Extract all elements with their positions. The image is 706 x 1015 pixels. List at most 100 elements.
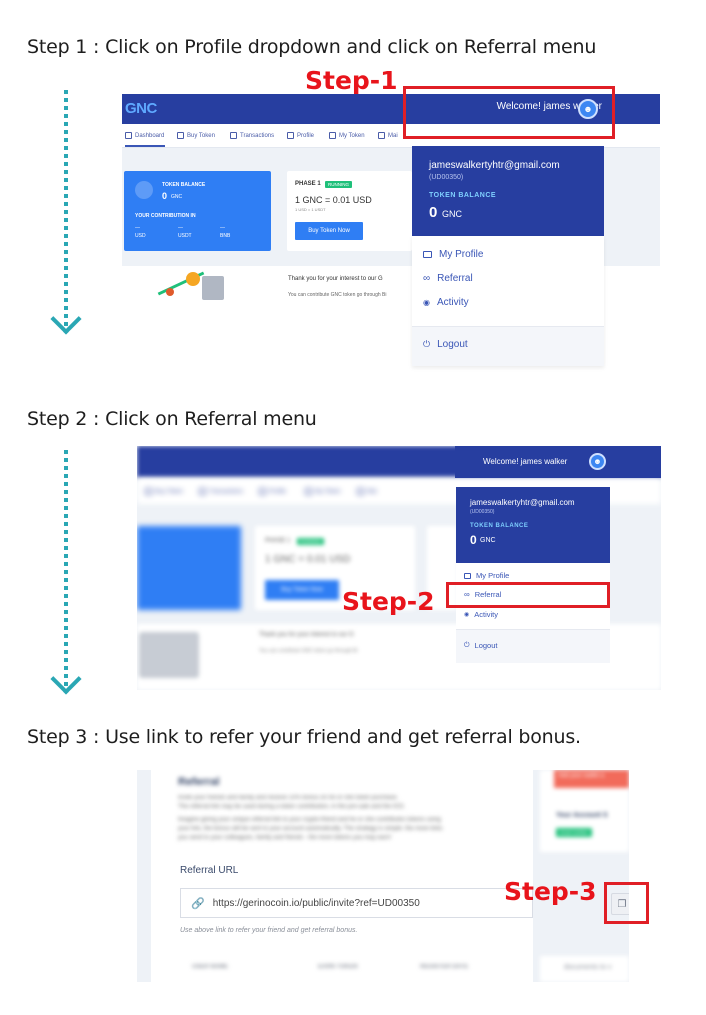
- welcome-text[interactable]: Welcome! james walker: [483, 457, 567, 466]
- referral-table-header: USER NAME EARN TOKEN REGISTER DATE: [178, 962, 518, 976]
- dropdown-balance-label: TOKEN BALANCE: [429, 192, 497, 199]
- referral-intro-line: Invite your friends and family and recei…: [178, 795, 399, 801]
- nav-label: Transactions: [209, 488, 244, 495]
- profile-avatar-icon[interactable]: ☻: [589, 453, 606, 470]
- menu-item-activity[interactable]: ◉ Activity: [423, 297, 469, 308]
- documents-text: documents to v: [564, 964, 612, 971]
- referral-intro-line: Imagine giving your unique referral link…: [178, 817, 441, 823]
- logout-label: Logout: [437, 339, 468, 350]
- step-2-heading: Step 2 : Click on Referral menu: [27, 408, 317, 430]
- id-card-icon: [464, 572, 471, 579]
- token-balance-card-blurred: [137, 526, 241, 610]
- user-id: (UD00350): [470, 509, 495, 515]
- nav-buy-token[interactable]: Buy Token: [145, 488, 183, 495]
- phase-sub-rate: 1 USD = 1 USDT: [295, 207, 326, 212]
- profile-dropdown-menu: My Profile ∞ Referral ◉ Activity ⏻ Logou…: [456, 563, 610, 663]
- referral-panel: Referral Invite your friends and family …: [151, 770, 533, 982]
- menu-item-activity[interactable]: ◉ Activity: [464, 610, 498, 619]
- nav-label: Mai: [367, 488, 377, 495]
- contrib-bnb-value: —: [220, 225, 225, 231]
- table-header-earn-token: EARN TOKEN: [318, 964, 358, 970]
- profile-dropdown-menu: My Profile ∞ Referral ◉ Activity ⏻ Logou…: [412, 236, 604, 366]
- referral-url-value[interactable]: https://gerinocoin.io/public/invite?ref=…: [213, 898, 420, 909]
- nav-label: Mai: [388, 132, 398, 139]
- eye-icon: ◉: [423, 298, 430, 307]
- app-logo[interactable]: GNC: [125, 100, 157, 117]
- token-balance-unit: GNC: [171, 194, 183, 200]
- refresh-icon: [378, 132, 385, 139]
- nav-profile[interactable]: Profile: [259, 488, 286, 495]
- buy-token-now-button[interactable]: Buy Token Now: [265, 580, 339, 600]
- power-icon: ⏻: [464, 641, 470, 649]
- phase-card: PHASE 1 RUNNING 1 GNC = 0.01 USD 1 USD =…: [287, 171, 412, 251]
- nav-label: Profile: [297, 132, 315, 139]
- coins-icon: [145, 488, 152, 495]
- phase-title: PHASE 1: [295, 181, 321, 187]
- menu-item-my-profile[interactable]: My Profile: [464, 571, 509, 580]
- contrib-usd-currency: USD: [135, 233, 146, 239]
- step-1-callout: Step-1: [305, 66, 398, 95]
- step-3-heading: Step 3 : Use link to refer your friend a…: [27, 726, 581, 748]
- step-3-callout: Step-3: [504, 877, 597, 906]
- transfer-icon: [230, 132, 237, 139]
- chevron-down-icon: [50, 663, 82, 695]
- referral-intro: Invite your friends and family and recei…: [178, 794, 523, 843]
- menu-item-my-profile[interactable]: My Profile: [423, 249, 483, 260]
- logout-button[interactable]: ⏻ Logout: [423, 339, 468, 350]
- nav-profile[interactable]: Profile: [287, 132, 314, 139]
- dotted-arrow-line-2: [64, 450, 68, 686]
- nav-label: Dashboard: [135, 132, 165, 139]
- buy-token-now-button[interactable]: Buy Token Now: [295, 222, 363, 240]
- dropdown-balance-value: 0: [429, 204, 438, 221]
- status-badge: RUNNING: [325, 181, 352, 188]
- nav-transactions[interactable]: Transactions: [230, 132, 274, 139]
- referral-hint: Use above link to refer your friend and …: [180, 927, 358, 934]
- dropdown-balance-label: TOKEN BALANCE: [470, 523, 529, 529]
- eye-icon: ◉: [464, 612, 470, 618]
- logout-button[interactable]: ⏻ Logout: [464, 641, 498, 650]
- referral-url-field[interactable]: 🔗 https://gerinocoin.io/public/invite?re…: [180, 888, 533, 918]
- nav-label: Buy Token: [187, 132, 215, 139]
- menu-item-referral[interactable]: ∞ Referral: [423, 273, 473, 284]
- nav-transactions[interactable]: Transactions: [199, 488, 243, 495]
- link-icon: 🔗: [191, 897, 205, 910]
- step-1-heading: Step 1 : Click on Profile dropdown and c…: [27, 36, 597, 58]
- id-card-icon: [259, 488, 266, 495]
- phase-rate: 1 GNC = 0.01 USD: [295, 195, 372, 205]
- logout-area: ⏻ Logout: [456, 629, 610, 663]
- table-header-user-name: USER NAME: [192, 964, 229, 970]
- step-1-highlight-box: [403, 86, 615, 139]
- refresh-icon: [357, 488, 364, 495]
- dotted-arrow-line-1: [64, 90, 68, 326]
- nav-my-token[interactable]: My Token: [329, 132, 365, 139]
- account-status-card: Add your wallet a Your Account S Email V…: [540, 770, 629, 852]
- referral-title: Referral: [178, 776, 220, 788]
- nav-my-token[interactable]: My Token: [305, 488, 341, 495]
- nav-label: Buy Token: [155, 488, 183, 495]
- illustration-image: [139, 632, 199, 678]
- intro-title: Thank you for your interest to our G: [259, 632, 354, 638]
- step-2-callout: Step-2: [342, 587, 435, 616]
- coin-icon: [135, 181, 153, 199]
- referral-intro-line: The referral link may be used during a t…: [178, 804, 406, 810]
- id-card-icon: [423, 251, 432, 258]
- nav-dashboard[interactable]: Dashboard: [125, 132, 164, 139]
- step-3-highlight-box: [604, 882, 649, 924]
- table-header-register-date: REGISTER DATE: [420, 964, 469, 970]
- menu-label: Activity: [474, 610, 499, 619]
- nav-more[interactable]: Mai: [357, 488, 377, 495]
- referral-intro-line: you send to your colleagues, family and …: [178, 835, 392, 841]
- nav-buy-token[interactable]: Buy Token: [177, 132, 215, 139]
- coins-icon: [177, 132, 184, 139]
- dropdown-balance-value: 0: [470, 533, 477, 547]
- dropdown-balance-unit: GNC: [442, 209, 462, 219]
- menu-label: My Profile: [476, 571, 510, 580]
- token-balance-amount: 0: [162, 191, 168, 201]
- user-id: (UD00350): [429, 174, 464, 181]
- dropdown-balance-unit: GNC: [480, 537, 496, 544]
- profile-dropdown-header: jameswalkertyhtr@gmail.com (UD00350) TOK…: [456, 487, 610, 563]
- nav-more[interactable]: Mai: [378, 132, 398, 139]
- logout-label: Logout: [474, 641, 498, 650]
- token-balance-title: TOKEN BALANCE: [162, 182, 206, 188]
- wallet-banner[interactable]: Add your wallet a: [554, 770, 629, 788]
